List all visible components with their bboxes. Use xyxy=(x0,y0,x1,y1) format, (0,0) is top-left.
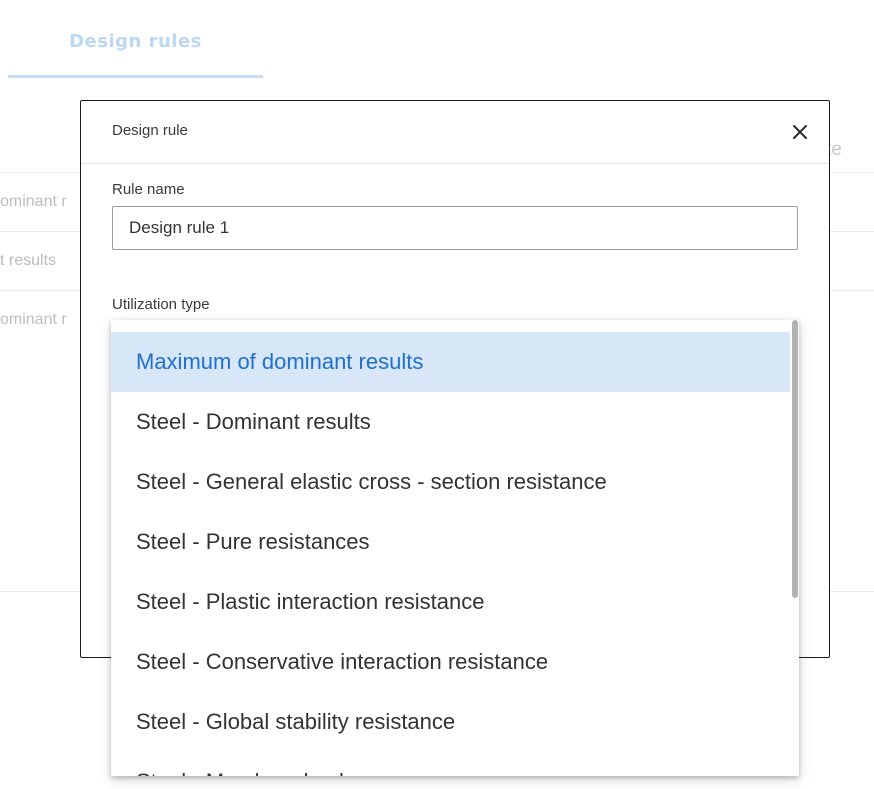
table-row-cell: t results xyxy=(0,252,57,269)
rule-name-input[interactable] xyxy=(112,206,798,250)
close-icon xyxy=(793,125,807,139)
tab-label: Design rules xyxy=(69,31,202,52)
utilization-type-label: Utilization type xyxy=(112,296,210,313)
scrollbar-thumb[interactable] xyxy=(792,320,798,598)
tab-design-rules[interactable]: Design rules xyxy=(8,0,263,78)
dropdown-option-steel-plastic-interaction[interactable]: Steel - Plastic interaction resistance xyxy=(111,572,790,632)
page: Design rules te ominant r t results omin… xyxy=(0,0,874,789)
table-row-cell: ominant r xyxy=(0,193,67,210)
dropdown-option-steel-conservative-interaction[interactable]: Steel - Conservative interaction resista… xyxy=(111,632,790,692)
dropdown-option-steel-member-checks[interactable]: Steel - Member checks xyxy=(111,752,790,776)
dialog-title: Design rule xyxy=(112,122,188,139)
dropdown-option-steel-dominant-results[interactable]: Steel - Dominant results xyxy=(111,392,790,452)
dropdown-options: Maximum of dominant results Steel - Domi… xyxy=(111,332,790,776)
dropdown-option-steel-general-elastic[interactable]: Steel - General elastic cross - section … xyxy=(111,452,790,512)
dropdown-option-maximum-of-dominant-results[interactable]: Maximum of dominant results xyxy=(111,332,790,392)
table-row-cell: ominant r xyxy=(0,311,67,328)
close-button[interactable] xyxy=(789,121,811,143)
rule-name-label: Rule name xyxy=(112,181,185,198)
utilization-type-dropdown[interactable]: Maximum of dominant results Steel - Domi… xyxy=(111,320,799,776)
dropdown-option-steel-pure-resistances[interactable]: Steel - Pure resistances xyxy=(111,512,790,572)
dropdown-scrollbar[interactable] xyxy=(790,320,799,776)
dialog-header: Design rule xyxy=(81,101,829,164)
dropdown-option-steel-global-stability[interactable]: Steel - Global stability resistance xyxy=(111,692,790,752)
